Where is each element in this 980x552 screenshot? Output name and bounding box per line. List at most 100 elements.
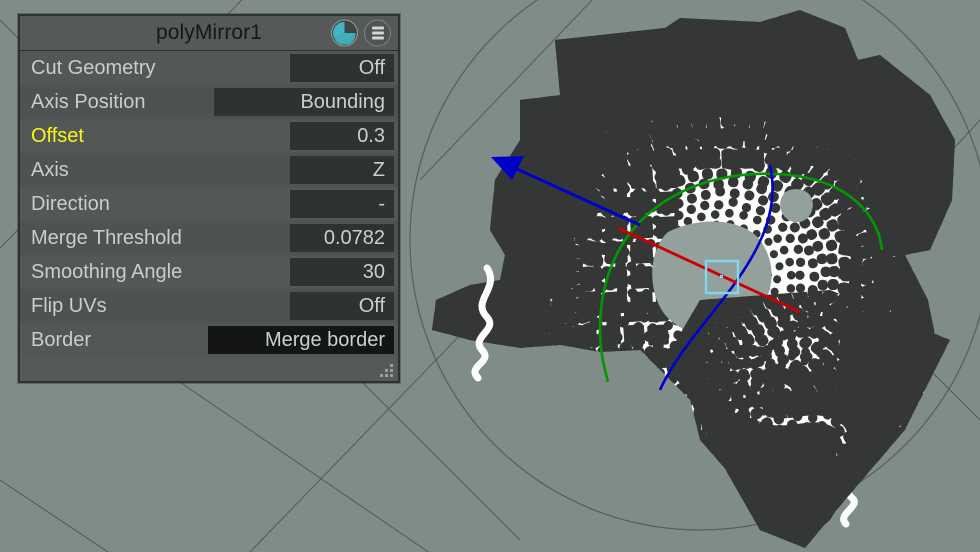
- mesh-face: [744, 149, 765, 169]
- mesh-face: [789, 61, 811, 81]
- mesh-face: [721, 105, 742, 125]
- mesh-face: [767, 127, 788, 147]
- mesh-face: [629, 61, 651, 81]
- mesh-face: [913, 160, 938, 185]
- mesh-face: [812, 105, 833, 125]
- mesh-face: [838, 208, 863, 234]
- mesh-face: [456, 301, 478, 323]
- mesh-face: [888, 160, 913, 185]
- mesh-face: [652, 127, 673, 147]
- mesh-face: [835, 127, 856, 147]
- mesh-face: [835, 105, 856, 125]
- mesh-face: [721, 61, 742, 81]
- mesh-face: [812, 83, 833, 103]
- mesh-face: [721, 149, 742, 169]
- mesh-face: [604, 241, 628, 264]
- mesh-face: [863, 282, 888, 307]
- mesh-face: [698, 149, 719, 169]
- mesh-face: [858, 127, 879, 147]
- mesh-face: [553, 266, 577, 289]
- mesh-face: [835, 61, 856, 81]
- mesh-face: [629, 149, 651, 169]
- mesh-face: [607, 105, 628, 125]
- mesh-face: [607, 127, 628, 147]
- mesh-face: [675, 105, 696, 125]
- mesh-face: [575, 301, 598, 323]
- mesh-face: [858, 83, 879, 103]
- mesh-face: [675, 149, 696, 169]
- mesh-face: [828, 266, 840, 278]
- mesh-face: [553, 241, 577, 264]
- mesh-face: [607, 149, 628, 169]
- mesh-face: [888, 282, 913, 307]
- mesh-face: [795, 270, 805, 280]
- mesh-face: [604, 166, 628, 189]
- mesh-face: [863, 257, 888, 283]
- mesh-face: [767, 83, 788, 103]
- mesh-face: [502, 191, 526, 214]
- mesh-face: [584, 83, 605, 103]
- mesh-face: [652, 61, 673, 81]
- mesh-face: [698, 61, 719, 81]
- mesh-face: [578, 266, 603, 289]
- mesh-face: [561, 105, 582, 125]
- mesh-face: [607, 83, 628, 103]
- mesh-face: [607, 61, 628, 81]
- mesh-face: [812, 61, 833, 81]
- mesh-face: [553, 216, 577, 239]
- mesh-face: [652, 149, 673, 169]
- mesh-face: [575, 324, 598, 346]
- mesh-face: [888, 184, 913, 209]
- mesh-face: [629, 83, 651, 103]
- mesh-face: [584, 127, 605, 147]
- mesh-face: [744, 83, 765, 103]
- mesh-face: [858, 61, 879, 81]
- mesh-face: [584, 105, 605, 125]
- mesh-face: [809, 271, 820, 282]
- mesh-face: [503, 301, 526, 323]
- mesh-face: [527, 301, 550, 323]
- mesh-face: [721, 127, 742, 147]
- mesh-face: [502, 266, 526, 289]
- mesh-face: [623, 324, 646, 346]
- mesh-face: [698, 105, 719, 125]
- mesh-face: [698, 127, 719, 147]
- mesh-face: [767, 61, 788, 81]
- mesh-face: [863, 233, 888, 258]
- mesh-face: [767, 105, 788, 125]
- mesh-face: [630, 241, 654, 264]
- mesh-face: [630, 266, 654, 289]
- mesh-face: [675, 127, 696, 147]
- mesh-face: [863, 184, 888, 209]
- mesh-face: [838, 160, 863, 185]
- mesh-face: [789, 149, 811, 169]
- mesh-face: [551, 301, 574, 323]
- mesh-face: [888, 208, 913, 234]
- mesh-face: [835, 83, 856, 103]
- mesh-face: [629, 105, 651, 125]
- mesh-face: [744, 61, 765, 81]
- mesh-face: [675, 83, 696, 103]
- mesh-face: [630, 166, 654, 189]
- mesh-face: [623, 301, 646, 323]
- mesh-face: [913, 208, 938, 234]
- mesh-face: [502, 216, 526, 239]
- mesh-face: [744, 127, 765, 147]
- mesh-face: [578, 166, 603, 189]
- mesh-face: [527, 166, 552, 189]
- mesh-face: [647, 324, 669, 346]
- mesh-face: [527, 324, 550, 346]
- mesh-face: [527, 216, 552, 239]
- mesh-face: [551, 324, 574, 346]
- mesh-face: [655, 166, 679, 189]
- mesh-face: [721, 83, 742, 103]
- mesh-face: [744, 105, 765, 125]
- mesh-face: [812, 127, 833, 147]
- mesh-face: [527, 191, 552, 214]
- mesh-face: [652, 83, 673, 103]
- mesh-face: [630, 191, 654, 214]
- mesh-face: [527, 241, 552, 264]
- mesh-face: [561, 83, 582, 103]
- mesh-face: [629, 127, 651, 147]
- mesh-face: [838, 233, 863, 258]
